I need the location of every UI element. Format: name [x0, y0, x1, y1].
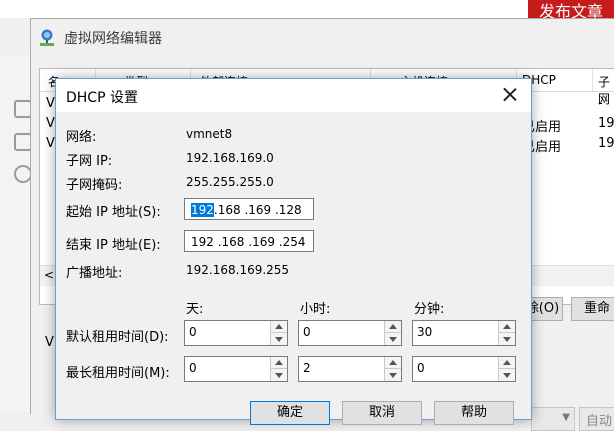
- subnet-mask-label: 子网掩码:: [66, 178, 123, 193]
- help-button[interactable]: 帮助: [434, 401, 514, 425]
- spin-down-icon[interactable]: [503, 337, 511, 342]
- network-icon: [38, 29, 56, 47]
- spin-up-icon[interactable]: [275, 324, 283, 329]
- end-ip-label: 结束 IP 地址(E):: [66, 238, 161, 253]
- max-lease-label: 最长租用时间(M):: [66, 366, 170, 381]
- dialog-title: DHCP 设置: [66, 90, 138, 106]
- subnet-mask-value: 255.255.255.0: [186, 175, 274, 189]
- broadcast-label: 广播地址:: [66, 266, 123, 281]
- max-lease-hours-spinner[interactable]: 2: [298, 356, 402, 382]
- end-ip-field[interactable]: 192 .168 .169 .254: [184, 230, 314, 252]
- hours-header: 小时:: [300, 302, 331, 317]
- dialog-titlebar: DHCP 设置: [56, 79, 531, 112]
- spin-up-icon[interactable]: [503, 324, 511, 329]
- network-value: vmnet8: [186, 127, 233, 141]
- vmnet-info-label: V: [45, 335, 54, 350]
- broadcast-value: 192.168.169.255: [186, 263, 290, 277]
- max-lease-days-spinner[interactable]: 0: [184, 356, 288, 382]
- table-cell-subnet: 192: [598, 116, 614, 131]
- start-ip-selected-octet: 192: [191, 203, 214, 217]
- ok-button[interactable]: 确定: [250, 401, 330, 425]
- browser-top-strip: [0, 0, 614, 18]
- network-label: 网络:: [66, 130, 97, 145]
- spin-up-icon[interactable]: [389, 360, 397, 365]
- minutes-header: 分钟:: [414, 302, 445, 317]
- bridge-dropdown[interactable]: ▼: [531, 407, 575, 431]
- spin-down-icon[interactable]: [389, 373, 397, 378]
- vne-titlebar: 虚拟网络编辑器: [38, 27, 162, 49]
- spin-down-icon[interactable]: [503, 373, 511, 378]
- chevron-down-icon: ▼: [562, 412, 570, 423]
- table-cell-subnet: 192: [598, 136, 614, 151]
- table-cell-subnet: -: [598, 96, 603, 111]
- subnet-ip-label: 子网 IP:: [66, 154, 113, 169]
- vne-title: 虚拟网络编辑器: [64, 31, 162, 47]
- spin-up-icon[interactable]: [503, 360, 511, 365]
- days-header: 天:: [186, 302, 204, 317]
- rename-button[interactable]: 重命: [571, 297, 614, 321]
- auto-dropdown[interactable]: 自动: [579, 407, 614, 431]
- table-row[interactable]: V: [46, 136, 55, 151]
- start-ip-label: 起始 IP 地址(S):: [66, 205, 161, 220]
- start-ip-rest: .168 .169 .128: [213, 203, 302, 217]
- close-icon[interactable]: [499, 84, 521, 106]
- spin-down-icon[interactable]: [275, 373, 283, 378]
- default-lease-label: 默认租用时间(D):: [66, 330, 169, 345]
- max-lease-minutes-spinner[interactable]: 0: [412, 356, 516, 382]
- scroll-left-icon[interactable]: <: [44, 268, 54, 282]
- subnet-ip-value: 192.168.169.0: [186, 151, 274, 165]
- default-lease-days-spinner[interactable]: 0: [184, 320, 288, 346]
- table-row[interactable]: V: [46, 96, 55, 111]
- spin-down-icon[interactable]: [389, 337, 397, 342]
- spin-down-icon[interactable]: [275, 337, 283, 342]
- default-lease-minutes-spinner[interactable]: 30: [412, 320, 516, 346]
- spin-up-icon[interactable]: [389, 324, 397, 329]
- spin-up-icon[interactable]: [275, 360, 283, 365]
- cancel-button[interactable]: 取消: [342, 401, 422, 425]
- table-row[interactable]: V: [46, 116, 55, 131]
- background-sidebar: [0, 55, 32, 413]
- default-lease-hours-spinner[interactable]: 0: [298, 320, 402, 346]
- dhcp-settings-dialog: DHCP 设置 网络: vmnet8 子网 IP: 192.168.169.0 …: [55, 78, 532, 425]
- start-ip-field[interactable]: 192.168 .169 .128: [184, 198, 314, 220]
